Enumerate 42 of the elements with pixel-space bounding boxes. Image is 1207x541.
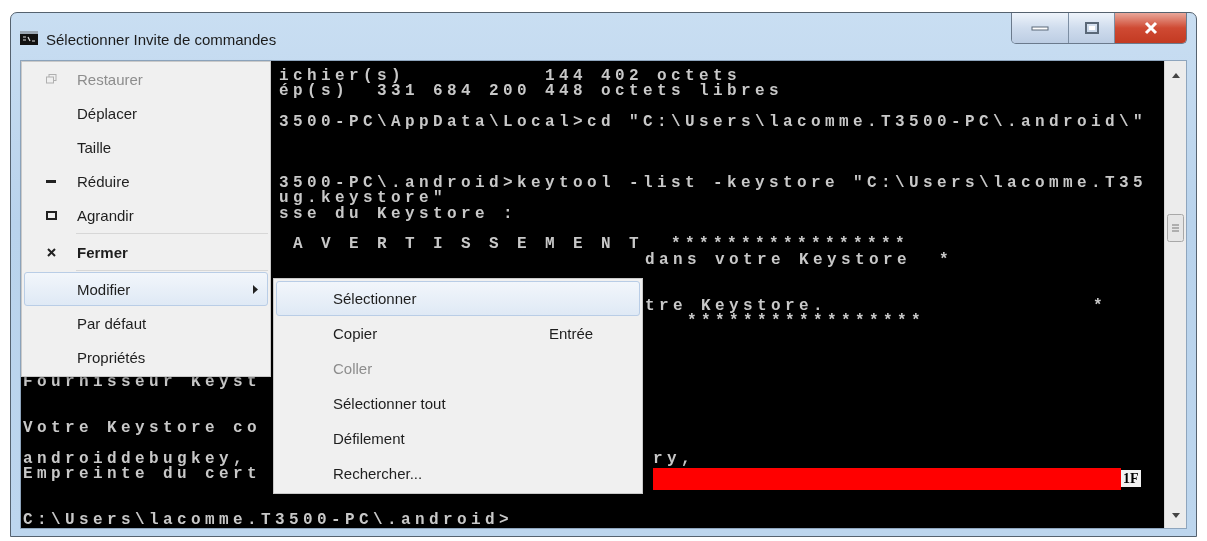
- maximize-icon: [1084, 22, 1099, 34]
- menu-item[interactable]: Par défaut: [24, 306, 268, 341]
- minimize-icon: [46, 179, 56, 183]
- menu-item[interactable]: Propriétés: [24, 340, 268, 375]
- console-line: Votre Keystore co: [23, 420, 262, 437]
- console-app-icon: [20, 31, 38, 45]
- menu-item[interactable]: Copier Entrée: [276, 316, 640, 352]
- console-line: sse du Keystore :: [279, 206, 518, 223]
- console-line: tre Keystore. *: [645, 298, 1108, 314]
- submenu-arrow-icon: [252, 284, 258, 294]
- close-button[interactable]: [1114, 13, 1186, 43]
- menu-item[interactable]: Sélectionner: [276, 281, 640, 317]
- scroll-thumb[interactable]: [1167, 214, 1184, 243]
- menu-item[interactable]: Défilement: [276, 421, 640, 457]
- close-icon: [46, 247, 56, 257]
- window-title: Sélectionner Invite de commandes: [46, 31, 277, 49]
- console-line: Empreinte du cert: [23, 466, 262, 483]
- console-line: ry,: [653, 451, 695, 467]
- console-line: C:\Users\lacomme.T3500-PC\.android>: [23, 512, 514, 528]
- menu-item[interactable]: Rechercher...: [276, 456, 640, 492]
- console-line: 3500-PC\AppData\Local>cd "C:\Users\lacomme.T3500-PC\.android\": [279, 115, 1148, 131]
- console-line: A V E R T I S S E M E N T *****************: [292, 237, 910, 253]
- console-line: ép(s) 331 684 200 448 octets libres: [279, 84, 784, 100]
- menu-item[interactable]: Fermer: [24, 235, 268, 270]
- menu-item[interactable]: Modifier: [24, 272, 268, 307]
- menu-item[interactable]: Agrandir: [24, 198, 268, 233]
- close-icon: [1142, 21, 1159, 35]
- console-line: androiddebugkey,: [23, 451, 248, 467]
- menu-item[interactable]: Réduire: [24, 164, 268, 199]
- console-line: dans votre Keystore *: [645, 252, 954, 268]
- console-line: ug.keystore": [279, 191, 448, 207]
- restore-icon: [45, 74, 57, 85]
- minimize-icon: [1031, 25, 1049, 31]
- vertical-scrollbar[interactable]: [1164, 61, 1186, 528]
- menu-item[interactable]: Sélectionner tout: [276, 386, 640, 422]
- menu-item[interactable]: Déplacer: [24, 96, 268, 131]
- maximize-button[interactable]: [1068, 13, 1114, 43]
- menu-item[interactable]: Taille: [24, 130, 268, 165]
- scroll-down-icon[interactable]: [1171, 513, 1180, 518]
- scroll-up-icon[interactable]: [1171, 73, 1180, 79]
- maximize-icon: [45, 210, 57, 220]
- console-line: *****************: [686, 313, 926, 330]
